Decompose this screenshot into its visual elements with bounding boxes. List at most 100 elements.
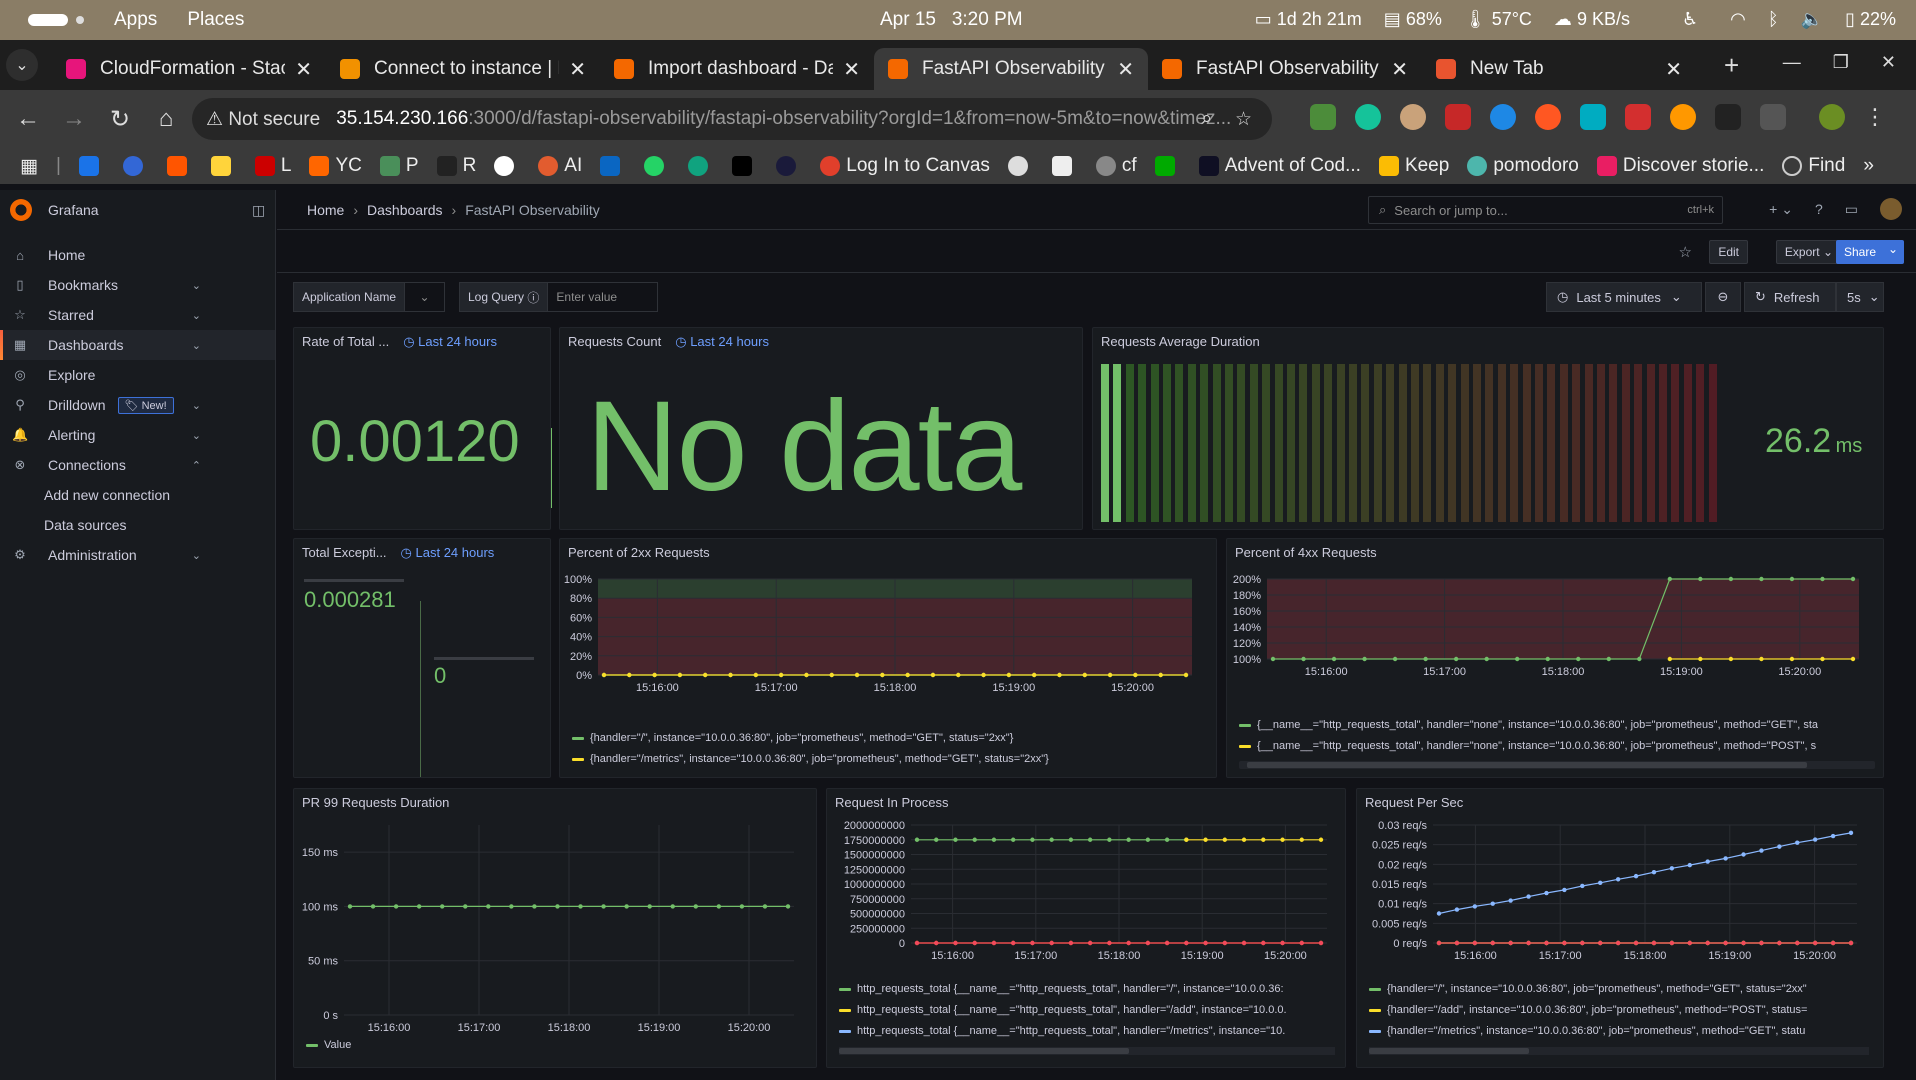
profile-avatar[interactable] [1819, 104, 1845, 130]
favorite-star-icon[interactable]: ☆ [1679, 243, 1692, 261]
search-input[interactable]: ⌕ Search or jump to... ctrl+k [1368, 196, 1723, 224]
places-menu[interactable]: Places [187, 9, 244, 31]
python-bookmark-icon[interactable] [210, 156, 231, 176]
bluetooth-icon[interactable]: ᛒ [1768, 9, 1779, 30]
chevron-up-icon[interactable]: ⌃ [192, 459, 201, 472]
more-bookmarks-icon[interactable]: » [1863, 155, 1874, 177]
browser-menu-icon[interactable]: ⋮ [1864, 104, 1886, 130]
legend-item[interactable]: http_requests_total {__name__="http_requ… [839, 1021, 1329, 1042]
sidebar-item-administration[interactable]: ⚙ Administration ⌄ [0, 540, 275, 570]
legend-item[interactable]: {handler="/metrics", instance="10.0.0.36… [572, 749, 1212, 770]
legend-item[interactable]: {__name__="http_requests_total", handler… [1239, 715, 1869, 736]
tab-close-icon[interactable]: ✕ [843, 57, 860, 82]
panel-request-in-process[interactable]: Request In Process 0 250000000 500000000 75… [826, 788, 1346, 1068]
sidebar-item-data-sources[interactable]: Data sources [0, 510, 275, 540]
extension-icon[interactable] [1445, 104, 1471, 130]
timer-extension-icon[interactable] [1670, 104, 1696, 130]
reload-icon[interactable]: ↻ [102, 101, 138, 137]
extensions-puzzle-icon[interactable] [1760, 104, 1786, 130]
bookmark-star-icon[interactable]: ☆ [1235, 108, 1252, 131]
chevron-down-icon[interactable]: ⌄ [192, 279, 201, 292]
panel-avg-duration[interactable]: Requests Average Duration 26.2 ms [1092, 327, 1884, 530]
tab-search-icon[interactable]: ⌄ [6, 49, 38, 81]
bookmark-icon[interactable] [1051, 156, 1072, 176]
panel-request-per-sec[interactable]: Request Per Sec 0 req/s 0.005 req/s 0.01 r… [1356, 788, 1884, 1068]
extension-icon[interactable] [1535, 104, 1561, 130]
apps-grid-icon[interactable]: ▦ [20, 155, 38, 178]
legend-item[interactable]: {handler="/", instance="10.0.0.36:80", j… [572, 728, 1212, 749]
save-extension-icon[interactable] [1580, 104, 1606, 130]
panel-rate-total[interactable]: Rate of Total ... ◷ Last 24 hours 0.00120 [293, 327, 552, 530]
sidebar-item-bookmarks[interactable]: ▯ Bookmarks ⌄ [0, 270, 275, 300]
chart-pr99[interactable]: 0 s 50 ms 100 ms 150 ms 15:16:00 15:17:00 15:1… [294, 815, 816, 1045]
not-secure-indicator[interactable]: ⚠ Not secure [206, 108, 320, 131]
activities-indicator[interactable] [28, 14, 68, 26]
breadcrumb-dashboards[interactable]: Dashboards [367, 202, 443, 218]
bookmark-ai[interactable]: AI [538, 155, 582, 177]
breadcrumb-home[interactable]: Home [307, 202, 344, 218]
sidebar-item-connections[interactable]: ⊗ Connections ⌃ [0, 450, 275, 480]
extension-icon[interactable] [1400, 104, 1426, 130]
edit-button[interactable]: Edit [1709, 240, 1748, 264]
github-bookmark-icon[interactable] [494, 156, 515, 176]
bookmark-pomodoro[interactable]: pomodoro [1467, 155, 1579, 177]
chart-percent-4xx[interactable]: 100% 120% 140% 160% 180% 200% 15:16:00 15:17:00… [1227, 569, 1883, 739]
sidebar-item-dashboards[interactable]: ▦ Dashboards ⌄ [0, 330, 275, 360]
bookmark-icon[interactable] [122, 156, 143, 176]
panel-requests-count[interactable]: Requests Count ◷ Last 24 hours No data [559, 327, 1083, 530]
bookmark-yc[interactable]: YC [309, 155, 362, 177]
browser-tab[interactable]: FastAPI Observability ✕ [874, 48, 1148, 90]
help-icon[interactable]: ? [1815, 201, 1823, 217]
time-picker[interactable]: ◷ Last 5 minutes ⌄ [1546, 282, 1702, 312]
sidebar-item-home[interactable]: ⌂ Home [0, 240, 275, 270]
scrollbar-thumb[interactable] [1247, 762, 1807, 768]
scrollbar-thumb[interactable] [1369, 1048, 1529, 1054]
forward-icon[interactable]: → [56, 101, 92, 137]
panel-percent-4xx[interactable]: Percent of 4xx Requests 100% 120% 140% 160%… [1226, 538, 1884, 778]
home-icon[interactable]: ⌂ [148, 101, 184, 137]
add-new-icon[interactable]: + ⌄ [1769, 201, 1793, 218]
bookmark-p[interactable]: P [379, 155, 419, 177]
chevron-down-icon[interactable]: ⌄ [405, 282, 446, 312]
chart-request-in-process[interactable]: 0 250000000 500000000 750000000 1000000000 12… [827, 815, 1345, 1005]
browser-tab[interactable]: New Tab ✕ [1422, 48, 1696, 90]
browser-tab[interactable]: Connect to instance | E ✕ [326, 48, 600, 90]
log-query-input[interactable]: Enter value [548, 282, 659, 312]
grammarly-extension-icon[interactable] [1355, 104, 1381, 130]
zoom-out-button[interactable]: ⊖ [1705, 282, 1741, 312]
horizontal-scrollbar[interactable] [1369, 1047, 1869, 1055]
dock-menu-icon[interactable]: ◫ [252, 202, 265, 219]
address-bar[interactable]: ⚠ Not secure 35.154.230.166:3000/d/fasta… [192, 98, 1272, 140]
browser-tab[interactable]: CloudFormation - Stac ✕ [52, 48, 326, 90]
tab-close-icon[interactable]: ✕ [1391, 57, 1408, 82]
system-tray[interactable]: ▭ 1d 2h 21m ▤ 68% 🌡 57°C ☁ 9 KB/s ♿ ◠ ᛒ … [1255, 9, 1896, 30]
scrollbar-thumb[interactable] [839, 1048, 1129, 1054]
window-close-icon[interactable]: ✕ [1881, 52, 1896, 73]
apps-menu[interactable]: Apps [114, 9, 157, 31]
panel-percent-2xx[interactable]: Percent of 2xx Requests 0% 20% 40% 60% 80% 10… [559, 538, 1217, 778]
export-button[interactable]: Export ⌄ [1775, 240, 1842, 264]
legend-item[interactable]: {__name__="http_requests_total", handler… [1239, 736, 1869, 757]
chevron-down-icon[interactable]: ⌄ [192, 309, 201, 322]
sidebar-item-add-new-connection[interactable]: Add new connection [0, 480, 275, 510]
maximize-icon[interactable]: ❐ [1833, 52, 1849, 73]
new-tab-icon[interactable]: + [1724, 50, 1739, 81]
news-icon[interactable]: ▭ [1845, 201, 1858, 218]
log-query-variable[interactable]: Log Query ⓘ Enter value [459, 282, 659, 312]
chevron-down-icon[interactable]: ⌄ [192, 399, 201, 412]
refresh-button[interactable]: ↻ Refresh [1744, 282, 1836, 312]
sidebar-item-starred[interactable]: ☆ Starred ⌄ [0, 300, 275, 330]
zoom-search-icon[interactable]: ⌕ [1201, 108, 1212, 130]
chart-percent-2xx[interactable]: 0% 20% 40% 60% 80% 100% 15:16:00 15:17:00 15:18:… [560, 569, 1216, 749]
application-name-variable[interactable]: Application Name ⌄ [293, 282, 446, 312]
linkedin-bookmark-icon[interactable] [600, 156, 621, 176]
panel-pr99-duration[interactable]: PR 99 Requests Duration 0 s 50 ms 100 ms 15… [293, 788, 817, 1068]
tab-close-icon[interactable]: ✕ [1117, 57, 1134, 82]
soundcloud-bookmark-icon[interactable] [166, 156, 187, 176]
sidebar-item-drilldown[interactable]: ⚲ Drilldown 🏷 New! ⌄ [0, 390, 275, 420]
tab-close-icon[interactable]: ✕ [1665, 57, 1682, 82]
back-icon[interactable]: ← [10, 101, 46, 137]
tab-close-icon[interactable]: ✕ [295, 57, 312, 82]
chevron-down-icon[interactable]: ⌄ [192, 429, 201, 442]
chevron-down-icon[interactable]: ⌄ [192, 339, 201, 352]
